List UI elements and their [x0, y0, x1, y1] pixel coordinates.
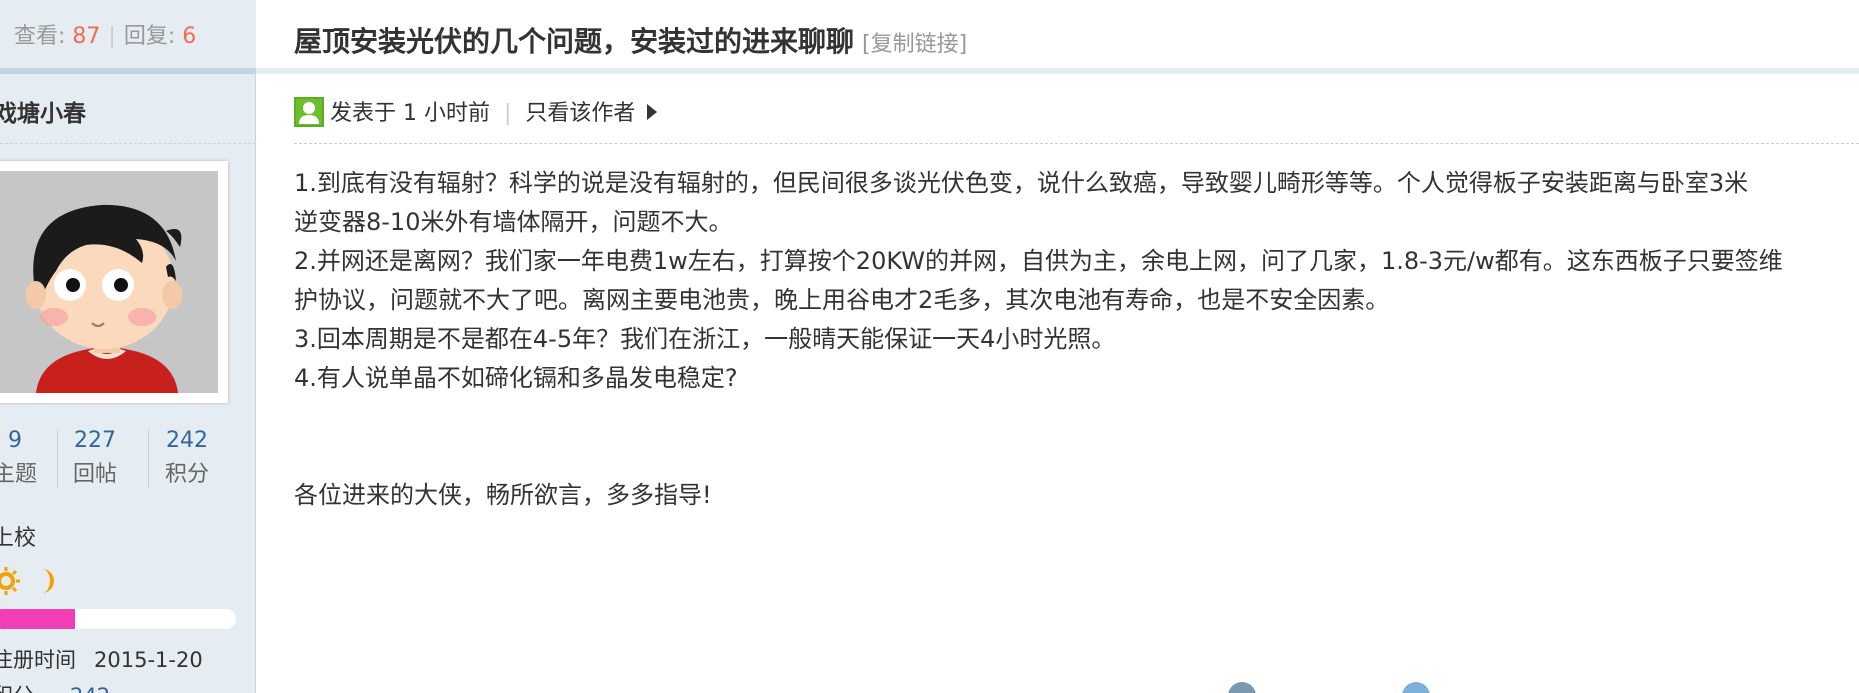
- replies-label: 回复:: [123, 24, 176, 49]
- avatar[interactable]: [0, 161, 228, 403]
- views-count: 87: [72, 24, 101, 49]
- globe-icon: [1402, 682, 1430, 693]
- points-row: 积分 242: [0, 680, 110, 693]
- post-line: 护协议，问题就不大了吧。离网主要电池贵，晚上用谷电才2毛多，其次电池有寿命，也是…: [294, 286, 1390, 314]
- posts-label: 回帖: [72, 462, 117, 487]
- copy-link-button[interactable]: [复制链接]: [862, 32, 967, 57]
- post-line: 逆变器8-10米外有墙体隔开，问题不大。: [294, 208, 733, 236]
- register-time-label: 注册时间: [0, 648, 76, 672]
- posts-count[interactable]: 227 回帖: [58, 424, 132, 492]
- post-line: 3.回本周期是不是都在4-5年？我们在浙江，一般晴天能保证一天4小时光照。: [294, 325, 1116, 353]
- meta-separator: |: [503, 101, 512, 126]
- meta-divider: [294, 143, 1859, 144]
- thread-stats: 查看: 87 | 回复: 6: [14, 18, 196, 50]
- triangle-right-icon: [647, 104, 658, 120]
- thread-stats-bar: 查看: 87 | 回复: 6: [0, 0, 256, 74]
- page-title: 屋顶安装光伏的几个问题，安装过的进来聊聊: [294, 25, 855, 58]
- only-author-link[interactable]: 只看该作者: [525, 101, 635, 126]
- author-counts: 9 主题 227 回帖 242 积分: [0, 424, 252, 494]
- post-meta: 发表于 1 小时前 | 只看该作者: [294, 95, 658, 127]
- post-spacer: [294, 398, 1859, 476]
- avatar-image: [0, 171, 218, 393]
- stats-separator: |: [108, 24, 116, 49]
- post-time: 发表于 1 小时前: [330, 101, 490, 126]
- post-line: 各位进来的大侠，畅所欲言，多多指导!: [294, 481, 712, 509]
- points-row-label: 积分: [0, 684, 34, 693]
- medal-icons: [0, 566, 62, 596]
- post-line: 4.有人说单晶不如碲化镉和多晶发电稳定?: [294, 364, 738, 392]
- author-name-link[interactable]: 戏塘小春: [0, 94, 86, 128]
- thread-title-bar: 屋顶安装光伏的几个问题，安装过的进来聊聊 [复制链接]: [256, 0, 1859, 74]
- posts-number: 227: [74, 428, 116, 453]
- post-content: 1.到底有没有辐射？科学的说是没有辐射的，但民间很多谈光伏色变，说什么致癌，导致…: [294, 164, 1859, 515]
- moon-medal-icon: [42, 569, 54, 593]
- post-footer-icons: [1116, 680, 1476, 693]
- avatar-icon: [1228, 682, 1256, 693]
- cartoon-boy-avatar-icon: [0, 171, 218, 393]
- threads-label: 主题: [0, 462, 37, 487]
- count-separator: [148, 430, 149, 488]
- thread-title-row: 屋顶安装光伏的几个问题，安装过的进来聊聊 [复制链接]: [294, 20, 967, 60]
- footer-icons: [1228, 682, 1430, 693]
- points-number: 242: [166, 428, 208, 453]
- threads-count[interactable]: 9 主题: [0, 424, 52, 492]
- author-rank[interactable]: 上校: [0, 520, 36, 552]
- post-line: 1.到底有没有辐射？科学的说是没有辐射的，但民间很多谈光伏色变，说什么致癌，导致…: [294, 169, 1749, 197]
- views-label: 查看:: [14, 24, 66, 49]
- author-sidebar: 查看: 87 | 回复: 6 戏塘小春 9 主题 227 回帖 242 积分 上…: [0, 0, 256, 693]
- forum-thread-page: 查看: 87 | 回复: 6 戏塘小春 9 主题 227 回帖 242 积分 上…: [0, 0, 1859, 693]
- replies-count: 6: [182, 24, 197, 49]
- rank-progress-bar: [0, 609, 236, 629]
- register-time-value: 2015-1-20: [94, 648, 203, 672]
- register-time-row: 注册时间 2015-1-20: [0, 644, 203, 674]
- post-line: 2.并网还是离网？我们家一年电费1w左右，打算按个20KW的并网，自供为主，余电…: [294, 247, 1783, 275]
- thread-main: 屋顶安装光伏的几个问题，安装过的进来聊聊 [复制链接] 发表于 1 小时前 | 只看该…: [256, 0, 1859, 693]
- sun-medal-icon: [0, 567, 20, 595]
- points-label: 积分: [164, 462, 209, 487]
- points-row-value[interactable]: 242: [70, 684, 110, 693]
- rank-progress-fill: [0, 609, 75, 629]
- author-divider: [0, 143, 256, 144]
- user-icon: [294, 97, 324, 127]
- threads-number: 9: [8, 428, 22, 453]
- points-count[interactable]: 242 积分: [150, 424, 224, 492]
- sun-moon-medal-icon: [0, 567, 54, 595]
